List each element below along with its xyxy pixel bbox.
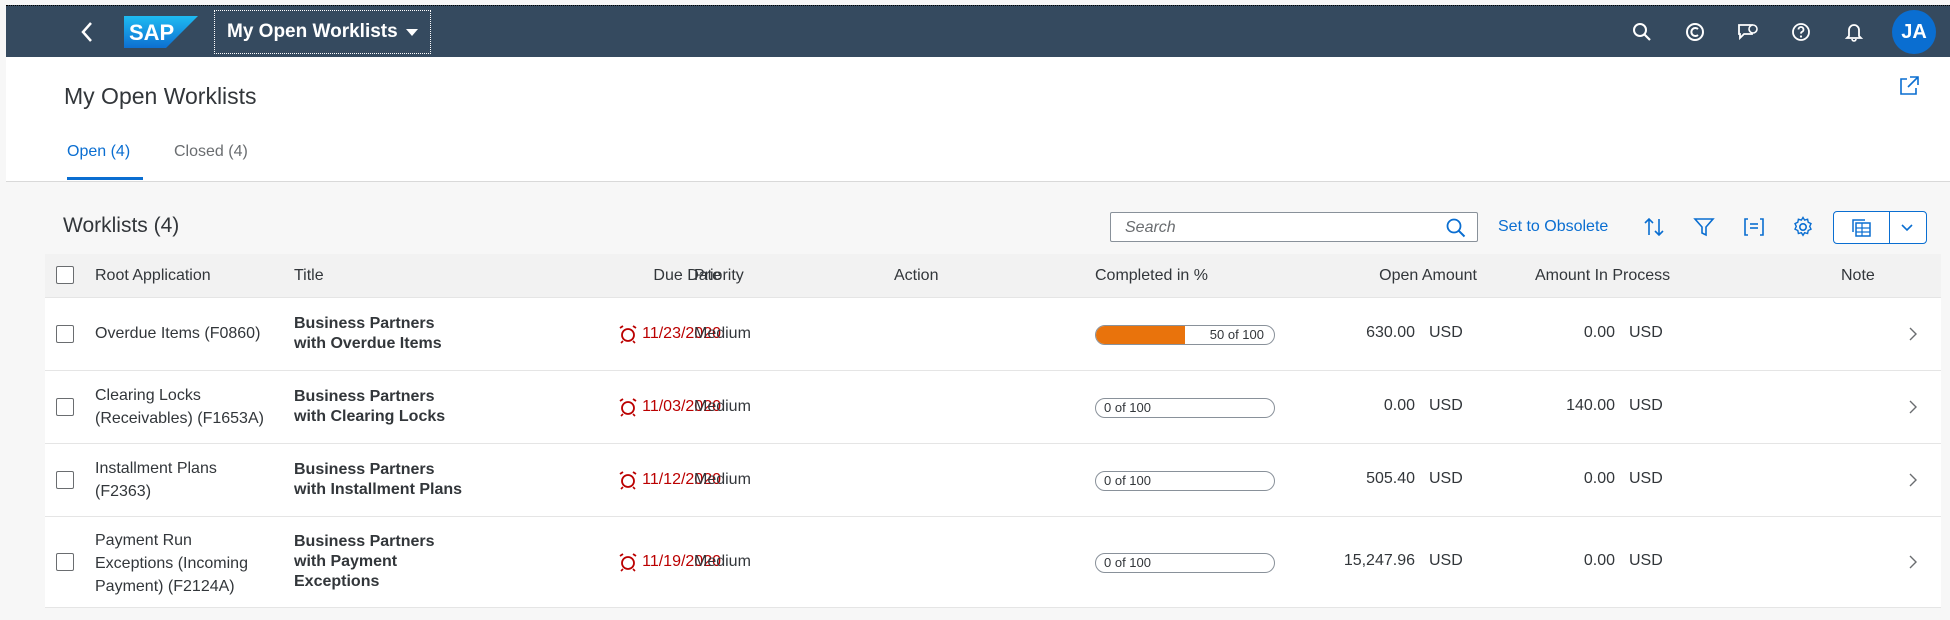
- row-checkbox[interactable]: [56, 471, 74, 489]
- shell-actions: JA: [1627, 6, 1948, 58]
- column-header-note[interactable]: Note: [1841, 267, 1875, 285]
- open-amount-value: 505.40: [1366, 470, 1415, 487]
- feedback-icon[interactable]: [1733, 17, 1763, 47]
- chevron-down-icon[interactable]: [1900, 223, 1914, 233]
- open-amount-value: 0.00: [1383, 397, 1415, 414]
- avatar[interactable]: JA: [1892, 10, 1936, 54]
- table-header: Root Application Title Due Date Priority…: [45, 254, 1941, 298]
- in-process-currency: USD: [1629, 397, 1663, 414]
- open-amount-currency: USD: [1429, 324, 1463, 341]
- title-cell: Business Partners with Overdue Items: [294, 315, 442, 352]
- in-process-amount-value: 0.00: [1583, 552, 1615, 569]
- navigation-chevron-icon[interactable]: [1907, 554, 1919, 570]
- root-application-cell: Clearing Locks (Receivables) (F1653A): [95, 387, 264, 427]
- overdue-alarm-icon: [619, 398, 637, 417]
- row-checkbox[interactable]: [56, 398, 74, 416]
- export-icon[interactable]: [1850, 217, 1874, 239]
- share-icon[interactable]: [1898, 75, 1922, 99]
- overdue-alarm-icon: [619, 553, 637, 572]
- search-input[interactable]: [1123, 218, 1427, 238]
- export-split-button[interactable]: [1833, 211, 1927, 244]
- group-icon[interactable]: [1741, 214, 1767, 240]
- select-all-checkbox[interactable]: [56, 266, 74, 284]
- navigation-chevron-icon[interactable]: [1907, 472, 1919, 488]
- search-icon[interactable]: [1445, 217, 1467, 239]
- search-icon[interactable]: [1627, 17, 1657, 47]
- overdue-alarm-icon: [619, 325, 637, 344]
- column-header-root-application[interactable]: Root Application: [95, 267, 211, 285]
- title-cell: Business Partners with Payment Exception…: [294, 533, 435, 590]
- in-process-currency: USD: [1629, 324, 1663, 341]
- copilot-icon[interactable]: [1680, 17, 1710, 47]
- overdue-alarm-icon: [619, 471, 637, 490]
- title-cell: Business Partners with Installment Plans: [294, 461, 463, 498]
- priority-cell: Medium: [694, 398, 751, 415]
- in-process-currency: USD: [1629, 552, 1663, 569]
- settings-icon[interactable]: [1790, 214, 1816, 240]
- tab-closed[interactable]: Closed (4): [174, 143, 248, 161]
- priority-cell: Medium: [694, 553, 751, 570]
- back-button[interactable]: [76, 17, 98, 47]
- table-row[interactable]: Installment Plans (F2363) Business Partn…: [45, 444, 1941, 517]
- root-application-cell: Payment Run Exceptions (Incoming Payment…: [95, 532, 248, 595]
- table-row[interactable]: Overdue Items (F0860) Business Partners …: [45, 298, 1941, 371]
- in-process-currency: USD: [1629, 470, 1663, 487]
- column-header-open-amount[interactable]: Open Amount: [1295, 267, 1477, 285]
- notifications-icon[interactable]: [1839, 17, 1869, 47]
- selected-tab-indicator: [67, 177, 143, 180]
- open-amount-value: 15,247.96: [1343, 552, 1415, 569]
- column-header-completed[interactable]: Completed in %: [1095, 267, 1208, 285]
- progress-indicator: 0 of 100: [1095, 471, 1275, 491]
- priority-cell: Medium: [694, 325, 751, 342]
- table-row[interactable]: Payment Run Exceptions (Incoming Payment…: [45, 517, 1941, 608]
- column-header-amount-in-process[interactable]: Amount In Process: [1535, 267, 1670, 285]
- root-application-cell: Overdue Items (F0860): [95, 325, 261, 342]
- progress-indicator: 0 of 100: [1095, 398, 1275, 418]
- caret-down-icon: [405, 28, 418, 36]
- navigation-chevron-icon[interactable]: [1907, 399, 1919, 415]
- app-title-menu[interactable]: My Open Worklists: [214, 10, 431, 54]
- column-header-title[interactable]: Title: [294, 267, 324, 285]
- set-to-obsolete-button[interactable]: Set to Obsolete: [1498, 218, 1608, 236]
- page-header: My Open Worklists Open (4) Closed (4): [6, 57, 1950, 182]
- avatar-initials: JA: [1901, 20, 1927, 43]
- progress-indicator: 50 of 100: [1095, 325, 1275, 345]
- progress-fill: [1096, 326, 1185, 344]
- table-title: Worklists (4): [63, 214, 180, 237]
- search-field[interactable]: [1110, 212, 1478, 242]
- filter-icon[interactable]: [1691, 214, 1717, 240]
- priority-cell: Medium: [694, 471, 751, 488]
- help-icon[interactable]: [1786, 17, 1816, 47]
- progress-label: 0 of 100: [1104, 400, 1151, 415]
- progress-label: 0 of 100: [1104, 473, 1151, 488]
- open-amount-currency: USD: [1429, 397, 1463, 414]
- progress-label: 50 of 100: [1209, 327, 1264, 342]
- split-divider: [1889, 212, 1890, 243]
- root-application-cell: Installment Plans (F2363): [95, 460, 217, 500]
- column-header-priority[interactable]: Priority: [694, 267, 744, 285]
- progress-indicator: 0 of 100: [1095, 553, 1275, 573]
- app-title-label: My Open Worklists: [227, 21, 398, 42]
- in-process-amount-value: 140.00: [1566, 397, 1615, 414]
- logo-text: SAP: [129, 20, 174, 45]
- column-header-action[interactable]: Action: [894, 267, 938, 285]
- row-checkbox[interactable]: [56, 553, 74, 571]
- in-process-amount-value: 0.00: [1583, 470, 1615, 487]
- tab-open[interactable]: Open (4): [67, 143, 130, 161]
- open-amount-currency: USD: [1429, 470, 1463, 487]
- table-row[interactable]: Clearing Locks (Receivables) (F1653A) Bu…: [45, 371, 1941, 444]
- navigation-chevron-icon[interactable]: [1907, 326, 1919, 342]
- in-process-amount-value: 0.00: [1583, 324, 1615, 341]
- sap-logo[interactable]: SAP: [124, 16, 198, 48]
- open-amount-currency: USD: [1429, 552, 1463, 569]
- page-title: My Open Worklists: [64, 83, 257, 109]
- shell-bar: SAP My Open Worklists JA: [6, 5, 1950, 58]
- row-checkbox[interactable]: [56, 325, 74, 343]
- back-arrow-icon: [81, 22, 92, 42]
- title-cell: Business Partners with Clearing Locks: [294, 388, 446, 425]
- open-amount-value: 630.00: [1366, 324, 1415, 341]
- sort-icon[interactable]: [1641, 214, 1667, 240]
- progress-label: 0 of 100: [1104, 555, 1151, 570]
